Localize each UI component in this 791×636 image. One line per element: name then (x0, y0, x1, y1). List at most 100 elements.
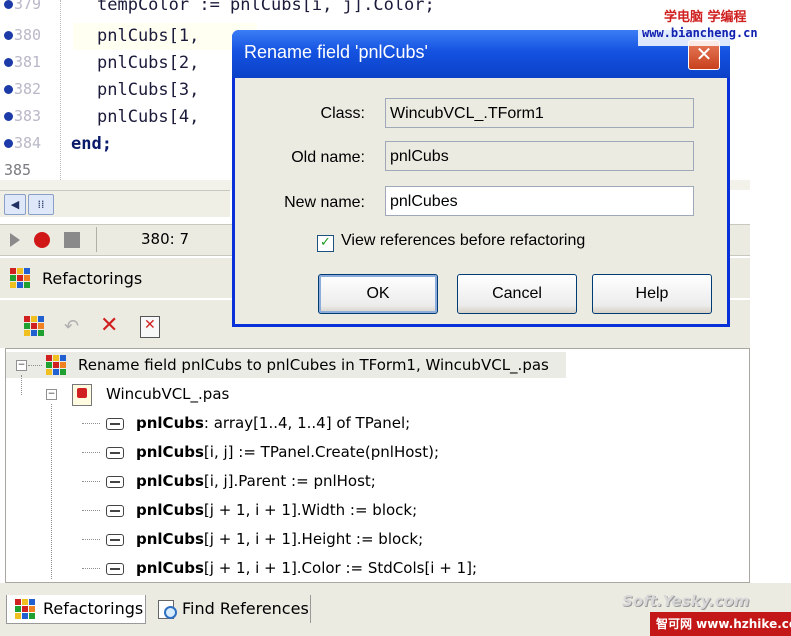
rubik-cube-icon (46, 355, 66, 375)
pascal-file-icon (72, 384, 92, 406)
tree-connector (82, 568, 100, 569)
code-line[interactable]: pnlCubs[3, (97, 77, 199, 104)
dialog-title: Rename field 'pnlCubs' (244, 42, 428, 62)
dialog-body: Class: WincubVCL_.TForm1 Old name: pnlCu… (235, 78, 727, 324)
gutter-line[interactable]: 384 (0, 131, 60, 158)
class-label: Class: (320, 105, 365, 122)
stop-macro-icon[interactable] (64, 232, 80, 248)
tree-file-label: WincubVCL_.pas (106, 385, 230, 403)
tab-label: Refactorings (43, 599, 144, 618)
code-line-current[interactable]: pnlCubs[1, (73, 23, 257, 50)
line-number: 379 (14, 0, 42, 13)
tree-item-row[interactable]: pnlCubs[j + 1, i + 1].Height := block; (6, 526, 706, 552)
ok-button[interactable]: OK (318, 274, 438, 314)
gutter-line[interactable]: 383 (0, 104, 60, 131)
tree-root-row[interactable]: − Rename field pnlCubs to pnlCubes in TF… (6, 352, 566, 378)
editor-gutter[interactable]: 379 380 381 382 383 384 385 (0, 0, 60, 190)
item-text: [j + 1, i + 1].Color := StdCols[i + 1]; (203, 559, 478, 577)
remove-icon[interactable]: ✕ (100, 313, 118, 338)
item-symbol: pnlCubs (136, 559, 204, 577)
old-name-label: Old name: (291, 149, 365, 166)
item-text: : array[1..4, 1..4] of TPanel; (203, 414, 411, 432)
undo-icon[interactable]: ↶ (64, 316, 79, 337)
watermark-bottom: 智可网 www.hzhike.com (650, 612, 791, 636)
tree-connector (82, 423, 100, 424)
cursor-position: 380: 7 (96, 227, 227, 252)
view-references-checkbox[interactable]: ✓ (317, 235, 334, 252)
line-number: 380 (14, 26, 42, 44)
panel-title: Refactorings (42, 269, 143, 288)
tree-connector (82, 510, 100, 511)
item-symbol: pnlCubs (136, 530, 204, 548)
tree-root-label: Rename field pnlCubs to pnlCubes in TFor… (78, 356, 549, 374)
cancel-button[interactable]: Cancel (457, 274, 577, 314)
class-field: WincubVCL_.TForm1 (385, 98, 694, 128)
code-line[interactable]: pnlCubs[2, (97, 50, 199, 77)
reference-line-icon (106, 447, 124, 459)
apply-refactoring-icon[interactable] (24, 316, 44, 336)
watermark-top: 学电脑 学编程 www.biancheng.cn (638, 4, 788, 46)
item-symbol: pnlCubs (136, 414, 204, 432)
gutter-line[interactable]: 380 (0, 23, 60, 50)
item-text: [j + 1, i + 1].Height := block; (203, 530, 424, 548)
reference-line-icon (106, 534, 124, 546)
tree-connector (28, 365, 42, 366)
gutter-line[interactable]: 382 (0, 77, 60, 104)
reference-line-icon (106, 476, 124, 488)
tab-find-references[interactable]: Find References (150, 595, 311, 623)
gutter-line[interactable]: 379 (0, 0, 60, 19)
rubik-cube-icon (10, 268, 30, 288)
scroll-left-icon[interactable]: ◀ (4, 194, 26, 215)
item-text: [i, j].Parent := pnlHost; (203, 472, 376, 490)
tree-item-row[interactable]: pnlCubs[i, j].Parent := pnlHost; (6, 468, 706, 494)
breakpoint-dot-icon (4, 112, 13, 121)
code-line[interactable]: pnlCubs[4, (97, 104, 199, 131)
item-text: [i, j] := TPanel.Create(pnlHost); (203, 443, 439, 461)
collapse-icon[interactable]: − (16, 360, 27, 371)
breakpoint-dot-icon (4, 85, 13, 94)
breakpoint-dot-icon (4, 139, 13, 148)
reference-line-icon (106, 563, 124, 575)
new-name-input[interactable]: pnlCubes (385, 186, 694, 216)
tree-item-row[interactable]: pnlCubs: array[1..4, 1..4] of TPanel; (6, 410, 706, 436)
watermark-text: 学电脑 学编程 (664, 10, 747, 25)
breakpoint-dot-icon (4, 0, 13, 9)
breakpoint-dot-icon (4, 58, 13, 67)
watermark-url: www.biancheng.cn (642, 26, 758, 40)
code-line[interactable]: tempColor := pnlCubs[i, j].Color; (97, 0, 435, 19)
line-number: 381 (14, 53, 42, 71)
gutter-line[interactable]: 381 (0, 50, 60, 77)
collapse-icon[interactable]: − (46, 389, 57, 400)
rename-field-dialog: Rename field 'pnlCubs' ✕ Class: WincubVC… (232, 30, 730, 327)
reference-line-icon (106, 418, 124, 430)
watermark-soft: Soft.Yesky.com (622, 592, 750, 610)
item-symbol: pnlCubs (136, 501, 204, 519)
line-number: 385 (4, 161, 32, 179)
play-macro-icon[interactable] (10, 233, 20, 247)
line-number: 383 (14, 107, 42, 125)
tree-connector (82, 452, 100, 453)
line-number: 384 (14, 134, 42, 152)
remove-all-icon[interactable]: ✕ (140, 316, 160, 338)
help-button[interactable]: Help (592, 274, 712, 314)
old-name-field: pnlCubs (385, 141, 694, 171)
tab-label: Find References (182, 599, 309, 618)
item-symbol: pnlCubs (136, 443, 204, 461)
code-line[interactable]: end; (71, 131, 112, 158)
cursor-position-text: 380: 7 (141, 230, 189, 248)
item-text: [j + 1, i + 1].Width := block; (203, 501, 418, 519)
line-number: 382 (14, 80, 42, 98)
breakpoint-dot-icon (4, 31, 13, 40)
record-macro-icon[interactable] (34, 232, 50, 248)
view-references-label[interactable]: View references before refactoring (341, 232, 585, 250)
item-symbol: pnlCubs (136, 472, 204, 490)
tab-refactorings[interactable]: Refactorings (6, 595, 146, 624)
scroll-thumb[interactable]: ⁞⁞ (28, 194, 54, 215)
refactorings-tree[interactable]: − Rename field pnlCubs to pnlCubes in TF… (5, 348, 750, 583)
magnifier-icon (164, 606, 177, 619)
tree-item-row[interactable]: pnlCubs[j + 1, i + 1].Color := StdCols[i… (6, 555, 706, 581)
tree-item-row[interactable]: pnlCubs[i, j] := TPanel.Create(pnlHost); (6, 439, 706, 465)
tree-connector (82, 539, 100, 540)
tree-item-row[interactable]: pnlCubs[j + 1, i + 1].Width := block; (6, 497, 706, 523)
horizontal-scrollbar[interactable]: ◀ ⁞⁞ (0, 190, 230, 217)
